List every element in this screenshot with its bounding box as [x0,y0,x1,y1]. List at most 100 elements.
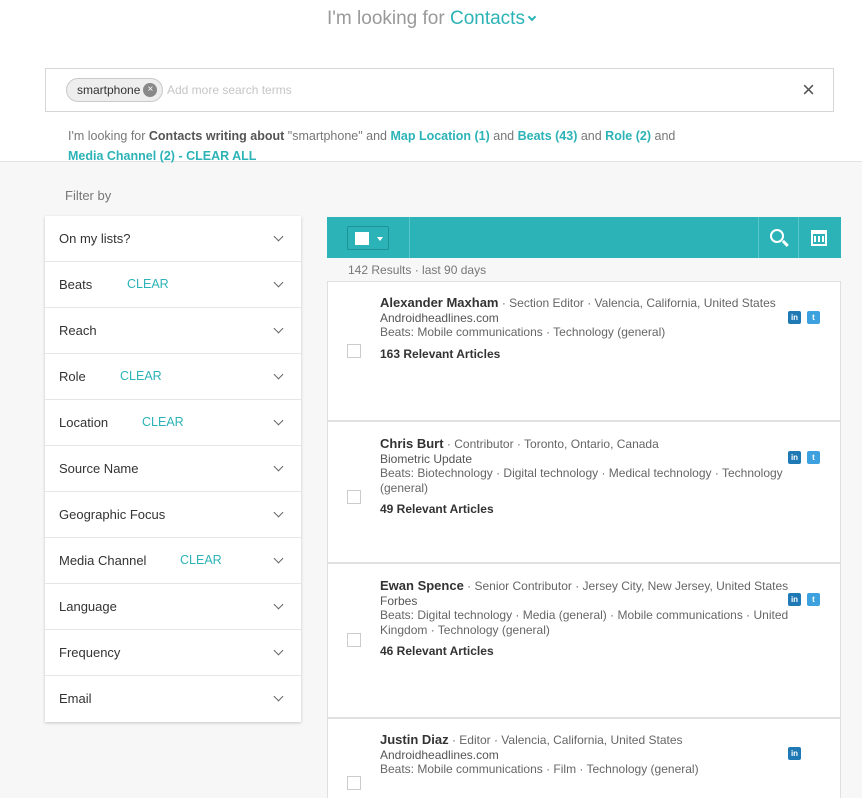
chevron-down-icon[interactable] [273,599,284,610]
contact-details: Chris Burt · Contributor · Toronto, Onta… [380,422,820,517]
clear-search-icon[interactable]: × [802,79,815,101]
filter-clear-button[interactable]: CLEAR [142,415,184,429]
chevron-down-icon[interactable] [273,553,284,564]
contact-card[interactable]: Justin Diaz · Editor · Valencia, Califor… [327,718,841,798]
chevron-down-icon[interactable] [273,691,284,702]
social-links: in t [788,593,820,607]
toolbar-divider [758,217,759,258]
checkbox-icon [355,232,369,245]
filter-clear-button[interactable]: CLEAR [120,369,162,383]
results-count: 142 Results · last 90 days [348,263,487,277]
filter-label: Reach [59,323,97,338]
chevron-down-icon[interactable] [273,323,284,334]
filter-label: Language [59,599,117,614]
filter-location[interactable]: Location CLEAR [45,400,301,446]
summary-text: I'm looking for [68,129,149,143]
filter-label: Role [59,369,86,384]
filter-panel: On my lists? Beats CLEAR Reach Role CLEAR Loca… [45,216,301,722]
caret-down-icon [377,237,383,241]
results-toolbar [327,217,841,258]
contact-details: Alexander Maxham · Section Editor · Vale… [380,282,820,361]
linkedin-icon[interactable]: in [788,747,801,760]
summary-text: Contacts writing about [148,129,285,143]
linkedin-icon[interactable]: in [788,311,801,324]
chevron-down-icon[interactable] [273,277,284,288]
contact-headline: Alexander Maxham · Section Editor · Vale… [380,295,820,311]
chevron-down-icon[interactable] [273,461,284,472]
linkedin-icon[interactable]: in [788,593,801,606]
twitter-icon[interactable]: t [807,311,820,324]
contact-name[interactable]: Chris Burt [380,436,444,451]
chevron-down-icon[interactable] [273,231,284,242]
filter-label: Beats [59,277,93,292]
contact-name[interactable]: Alexander Maxham [380,295,499,310]
relevant-articles-link[interactable]: 46 Relevant Articles [380,644,820,659]
contact-details: Ewan Spence · Senior Contributor · Jerse… [380,564,820,659]
contact-meta: · Section Editor · Valencia, California,… [498,296,776,310]
chevron-down-icon [527,12,537,22]
contact-meta: · Editor · Valencia, California, United … [448,733,683,747]
relevant-articles-link[interactable]: 49 Relevant Articles [380,502,820,517]
contact-checkbox[interactable] [347,344,361,358]
contact-checkbox[interactable] [347,490,361,504]
contact-outlet: Androidheadlines.com [380,747,499,762]
search-term-chip[interactable]: smartphone × [66,78,164,102]
summary-link-media-channel[interactable]: Media Channel (2) [68,149,175,163]
relevant-articles-link[interactable]: 163 Relevant Articles [380,347,820,362]
summary-link-role[interactable]: Role (2) [605,129,651,143]
contact-checkbox[interactable] [347,633,361,647]
filter-label: On my lists? [59,231,131,246]
social-links: in t [788,311,820,325]
chevron-down-icon[interactable] [273,645,284,656]
filter-clear-button[interactable]: CLEAR [127,277,169,291]
summary-text: and [489,129,518,143]
linkedin-icon[interactable]: in [788,451,801,464]
contact-beats: Beats: Digital technology · Media (gener… [380,608,789,637]
contact-checkbox[interactable] [347,776,361,790]
clear-all-link[interactable]: CLEAR ALL [186,149,256,163]
filter-language[interactable]: Language [45,584,301,630]
summary-link-beats[interactable]: Beats (43) [518,129,578,143]
filter-on-my-lists[interactable]: On my lists? [45,216,301,262]
search-term-label: smartphone [77,83,141,97]
filter-by-label: Filter by [65,188,112,203]
chevron-down-icon[interactable] [273,369,284,380]
contact-card[interactable]: Alexander Maxham · Section Editor · Vale… [327,281,841,421]
filter-label: Location [59,415,109,430]
remove-chip-icon[interactable]: × [143,83,158,97]
contact-name[interactable]: Ewan Spence [380,578,464,593]
filter-frequency[interactable]: Frequency [45,630,301,676]
summary-link-location[interactable]: Map Location (1) [390,129,489,143]
filter-role[interactable]: Role CLEAR [45,354,301,400]
contact-card[interactable]: Ewan Spence · Senior Contributor · Jerse… [327,563,841,718]
calendar-icon[interactable] [811,230,827,246]
search-icon[interactable] [770,229,784,243]
filter-reach[interactable]: Reach [45,308,301,354]
twitter-icon[interactable]: t [807,593,820,606]
summary-text: and [577,129,606,143]
filter-label: Email [59,691,92,706]
contact-meta: · Senior Contributor · Jersey City, New … [463,579,789,593]
social-links: in t [788,451,820,465]
twitter-icon[interactable]: t [807,451,820,464]
filter-clear-button[interactable]: CLEAR [180,553,222,567]
contact-card[interactable]: Chris Burt · Contributor · Toronto, Onta… [327,421,841,563]
results-panel: 142 Results · last 90 days Alexander Max… [327,217,841,798]
contact-beats: Beats: Biotechnology · Digital technolog… [380,466,783,495]
social-links: in [788,747,820,761]
filter-label: Source Name [59,461,139,476]
filter-geographic-focus[interactable]: Geographic Focus [45,492,301,538]
contact-name[interactable]: Justin Diaz [380,732,449,747]
filter-email[interactable]: Email [45,676,301,722]
entity-type-dropdown[interactable]: Contacts [450,8,537,29]
search-input[interactable] [167,80,567,100]
filter-media-channel[interactable]: Media Channel CLEAR [45,538,301,584]
filter-label: Geographic Focus [59,507,166,522]
select-all-dropdown[interactable] [347,226,389,250]
filter-source-name[interactable]: Source Name [45,446,301,492]
chevron-down-icon[interactable] [273,415,284,426]
filter-beats[interactable]: Beats CLEAR [45,262,301,308]
chevron-down-icon[interactable] [273,507,284,518]
summary-text: "smartphone" and [284,129,391,143]
contact-outlet: Biometric Update [380,451,473,466]
